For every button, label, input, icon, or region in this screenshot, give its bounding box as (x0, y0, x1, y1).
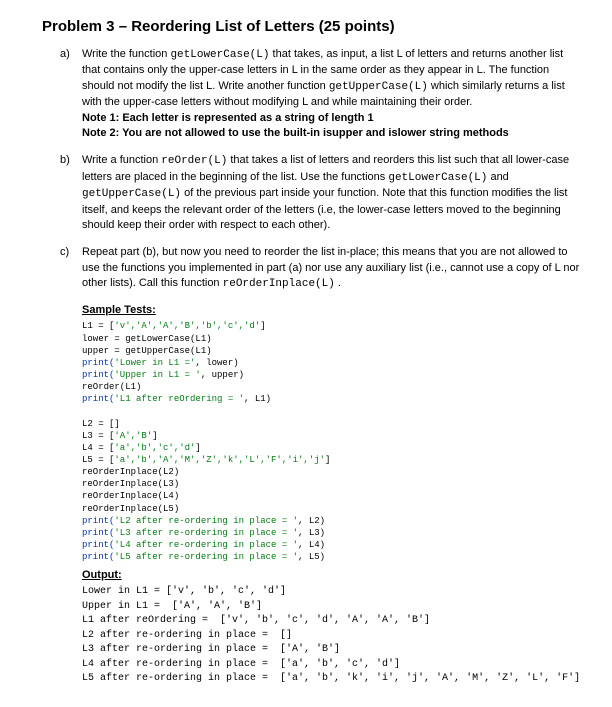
note-1: Note 1: Each letter is represented as a … (82, 111, 582, 126)
code-inline: reOrder(L) (161, 155, 227, 167)
part-c-label: c) (60, 245, 69, 260)
code-func: print( (82, 540, 114, 550)
code-func: print( (82, 370, 114, 380)
part-b: b) Write a function reOrder(L) that take… (60, 153, 582, 233)
part-c-text: Repeat part (b), but now you need to reo… (82, 246, 579, 289)
code-line: , lower) (195, 358, 238, 368)
code-line: reOrderInplace(L2) (82, 467, 179, 477)
code-inline: getUpperCase(L) (82, 188, 181, 200)
code-func: print( (82, 516, 114, 526)
sample-code: L1 = ['v','A','A','B','b','c','d'] lower… (82, 320, 582, 563)
code-line: , L3) (298, 528, 325, 538)
text: Write a function (82, 154, 161, 166)
code-inline: getLowerCase(L) (170, 49, 269, 61)
code-string: 'a','b','c','d' (114, 443, 195, 453)
code-line: upper = getUpperCase(L1) (82, 346, 212, 356)
output-line: Upper in L1 = ['A', 'A', 'B'] (82, 601, 262, 612)
code-line: lower = getLowerCase(L1) (82, 334, 212, 344)
code-func: print( (82, 358, 114, 368)
code-string: 'v','A','A','B','b','c','d' (114, 321, 260, 331)
code-line: , L4) (298, 540, 325, 550)
part-a-text: Write the function getLowerCase(L) that … (82, 48, 565, 108)
sample-tests-heading: Sample Tests: (82, 304, 582, 316)
page: Problem 3 – Reordering List of Letters (… (0, 0, 612, 707)
code-line: , L1) (244, 394, 271, 404)
code-line: ] (152, 431, 157, 441)
code-line: , upper) (201, 370, 244, 380)
code-line: ] (260, 321, 265, 331)
code-line: , L2) (298, 516, 325, 526)
code-func: print( (82, 552, 114, 562)
code-string: 'L2 after re-ordering in place = ' (114, 516, 298, 526)
code-line: reOrderInplace(L5) (82, 504, 179, 514)
problem-title: Problem 3 – Reordering List of Letters (… (42, 18, 582, 35)
text: Write the function (82, 48, 170, 60)
code-line: reOrderInplace(L4) (82, 491, 179, 501)
code-line: L3 = [ (82, 431, 114, 441)
part-b-text: Write a function reOrder(L) that takes a… (82, 154, 569, 231)
part-a: a) Write the function getLowerCase(L) th… (60, 47, 582, 141)
code-inline: reOrderInplace(L) (223, 278, 335, 290)
code-line: reOrder(L1) (82, 382, 141, 392)
code-inline: getUpperCase(L) (329, 81, 428, 93)
code-string: 'L1 after reOrdering = ' (114, 394, 244, 404)
output-block: Lower in L1 = ['v', 'b', 'c', 'd'] Upper… (82, 585, 582, 687)
output-line: L2 after re-ordering in place = [] (82, 630, 292, 641)
output-line: Lower in L1 = ['v', 'b', 'c', 'd'] (82, 586, 286, 597)
code-func: print( (82, 528, 114, 538)
code-line: ] (195, 443, 200, 453)
note-2: Note 2: You are not allowed to use the b… (82, 126, 582, 141)
code-func: print( (82, 394, 114, 404)
code-inline: getLowerCase(L) (388, 172, 487, 184)
code-line: ] (325, 455, 330, 465)
output-line: L3 after re-ordering in place = ['A', 'B… (82, 644, 340, 655)
output-line: L5 after re-ordering in place = ['a', 'b… (82, 673, 580, 684)
code-line: L5 = [ (82, 455, 114, 465)
code-line: L2 = [] (82, 419, 120, 429)
code-string: 'L4 after re-ordering in place = ' (114, 540, 298, 550)
code-string: 'a','b','A','M','Z','k','L','F','i','j' (114, 455, 325, 465)
output-heading: Output: (82, 569, 582, 581)
code-line: reOrderInplace(L3) (82, 479, 179, 489)
code-string: 'A','B' (114, 431, 152, 441)
output-line: L4 after re-ordering in place = ['a', 'b… (82, 659, 400, 670)
code-string: 'Lower in L1 =' (114, 358, 195, 368)
code-string: 'L3 after re-ordering in place = ' (114, 528, 298, 538)
code-string: 'Upper in L1 = ' (114, 370, 200, 380)
text: and (487, 171, 508, 183)
part-a-label: a) (60, 47, 70, 62)
code-line: L1 = [ (82, 321, 114, 331)
code-line: , L5) (298, 552, 325, 562)
code-line: L4 = [ (82, 443, 114, 453)
code-string: 'L5 after re-ordering in place = ' (114, 552, 298, 562)
text: . (335, 277, 341, 289)
part-b-label: b) (60, 153, 70, 168)
output-line: L1 after reOrdering = ['v', 'b', 'c', 'd… (82, 615, 430, 626)
part-c: c) Repeat part (b), but now you need to … (60, 245, 582, 292)
